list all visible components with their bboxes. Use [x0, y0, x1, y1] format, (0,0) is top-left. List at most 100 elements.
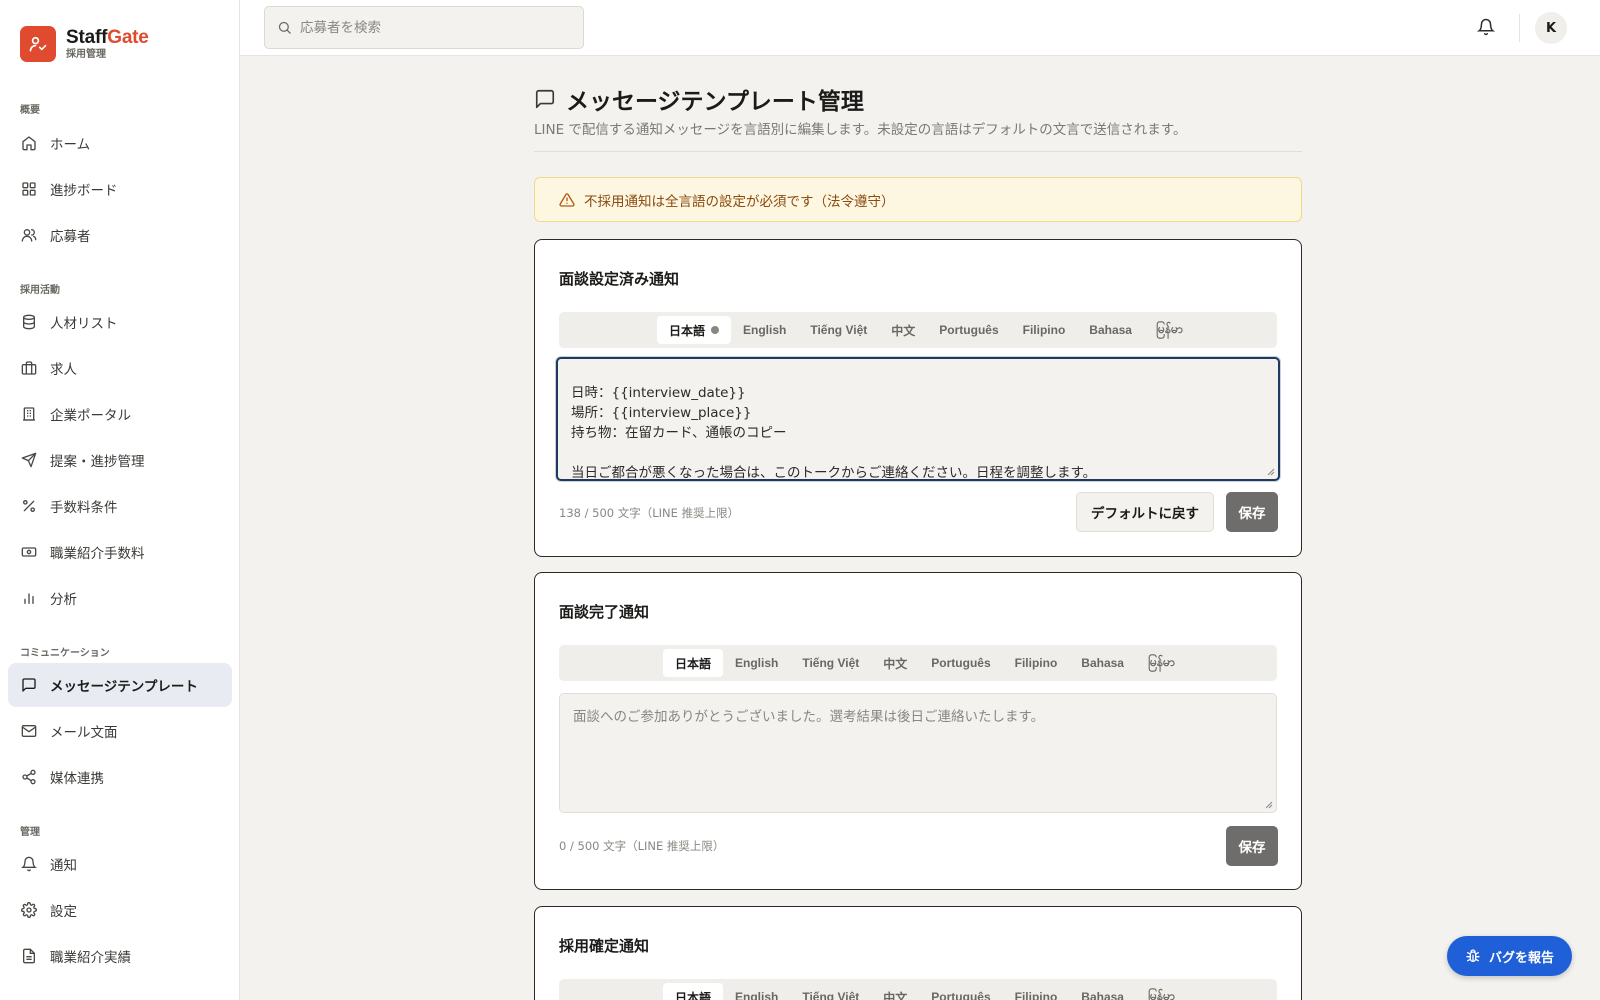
sidebar-item-jobs[interactable]: 求人: [8, 346, 232, 390]
sidebar-item-fee-terms[interactable]: 手数料条件: [8, 484, 232, 528]
report-bug-label: バグを報告: [1488, 950, 1554, 966]
search-input[interactable]: [300, 19, 560, 36]
save-button[interactable]: 保存: [1226, 826, 1278, 866]
template-card-hire-confirmed: 採用確定通知 日本語 English Tiếng Việt 中文 Portugu…: [534, 906, 1302, 1000]
tab-ja[interactable]: 日本語: [663, 649, 724, 677]
search-box[interactable]: [264, 6, 584, 49]
users-icon: [21, 229, 37, 242]
tab-id[interactable]: Bahasa: [1069, 983, 1136, 1000]
tab-vi[interactable]: Tiếng Việt: [798, 316, 879, 344]
reset-default-button[interactable]: デフォルトに戻す: [1076, 492, 1214, 532]
bug-icon: [1466, 949, 1480, 962]
tab-id[interactable]: Bahasa: [1069, 649, 1136, 677]
send-icon: [21, 452, 37, 468]
sidebar-item-placement-fees[interactable]: 職業紹介手数料: [8, 530, 232, 574]
tab-en[interactable]: English: [731, 316, 798, 344]
tab-my[interactable]: မြန်မာ: [1136, 649, 1187, 677]
share-icon: [22, 769, 36, 785]
page-description: LINE で配信する通知メッセージを言語別に編集します。未設定の言語はデフォルト…: [534, 122, 1187, 138]
tab-my[interactable]: မြန်မာ: [1136, 983, 1187, 1000]
template-card-interview-completed: 面談完了通知 日本語 English Tiếng Việt 中文 Portugu…: [534, 572, 1302, 890]
sidebar-item-progress-board[interactable]: 進捗ボード: [8, 167, 232, 211]
save-button[interactable]: 保存: [1226, 492, 1278, 532]
sidebar-item-message-templates[interactable]: メッセージテンプレート: [8, 663, 232, 707]
tab-vi[interactable]: Tiếng Việt: [790, 983, 871, 1000]
tab-ja[interactable]: 日本語: [657, 316, 732, 344]
language-tabs: 日本語 English Tiếng Việt 中文 Português Fili…: [559, 645, 1277, 681]
sidebar-item-label: メッセージテンプレート: [50, 679, 198, 695]
tab-vi[interactable]: Tiếng Việt: [790, 649, 871, 677]
warning-icon: [559, 192, 575, 207]
tab-en[interactable]: English: [723, 649, 790, 677]
character-counter: 0 / 500 文字（LINE 推奨上限）: [559, 839, 725, 853]
card-title: 採用確定通知: [559, 937, 650, 955]
top-bar: K: [240, 0, 1600, 56]
sidebar-item-label: 企業ポータル: [50, 408, 131, 424]
tab-pt[interactable]: Português: [919, 983, 1002, 1000]
sidebar-item-proposals[interactable]: 提案・進捗管理: [8, 438, 232, 482]
sidebar-item-talent-list[interactable]: 人材リスト: [8, 300, 232, 344]
section-label-overview: 概要: [20, 105, 40, 116]
tab-pt[interactable]: Português: [927, 316, 1010, 344]
sidebar-item-label: メール文面: [50, 725, 118, 741]
sidebar-item-label: 進捗ボード: [50, 183, 118, 199]
resize-grip-icon[interactable]: [1267, 468, 1275, 476]
sidebar-item-label: 提案・進捗管理: [50, 454, 145, 470]
template-card-interview-scheduled: 面談設定済み通知 日本語 English Tiếng Việt 中文 Portu…: [534, 239, 1302, 557]
tab-fil[interactable]: Filipino: [1003, 983, 1070, 1000]
page-title: メッセージテンプレート管理: [534, 82, 864, 116]
section-label-admin: 管理: [20, 827, 40, 838]
sidebar-item-label: 分析: [50, 592, 77, 608]
card-title: 面談設定済み通知: [559, 270, 680, 288]
sidebar-item-email-text[interactable]: メール文面: [8, 709, 232, 753]
briefcase-icon: [21, 361, 37, 375]
bell-icon: [21, 856, 37, 872]
section-label-recruiting: 採用活動: [20, 285, 60, 296]
tab-my[interactable]: မြန်မာ: [1144, 316, 1195, 344]
section-label-communication: コミュニケーション: [20, 648, 110, 659]
language-tabs: 日本語 English Tiếng Việt 中文 Português Fili…: [559, 979, 1277, 1000]
configured-indicator-icon: [711, 326, 720, 334]
sidebar-item-media-integration[interactable]: 媒体連携: [8, 755, 232, 799]
tab-fil[interactable]: Filipino: [1003, 649, 1070, 677]
character-counter: 138 / 500 文字（LINE 推奨上限）: [559, 506, 740, 520]
sidebar-item-label: ホーム: [50, 137, 91, 153]
tab-fil[interactable]: Filipino: [1011, 316, 1078, 344]
sidebar-item-label: 職業紹介手数料: [50, 546, 145, 562]
tab-id[interactable]: Bahasa: [1077, 316, 1144, 344]
tab-ja[interactable]: 日本語: [663, 983, 724, 1000]
database-icon: [23, 314, 35, 330]
brand-logo-icon: [20, 26, 56, 62]
avatar[interactable]: K: [1535, 12, 1567, 44]
sidebar-item-label: 通知: [50, 858, 77, 874]
brand[interactable]: StaffGate 採用管理: [0, 0, 239, 88]
tab-zh[interactable]: 中文: [879, 316, 927, 344]
sidebar-item-company-portal[interactable]: 企業ポータル: [8, 392, 232, 436]
tab-en[interactable]: English: [723, 983, 790, 1000]
sidebar-item-notifications[interactable]: 通知: [8, 842, 232, 886]
notification-bell-icon[interactable]: [1477, 18, 1495, 36]
report-bug-button[interactable]: バグを報告: [1447, 936, 1572, 976]
search-icon: [278, 21, 291, 34]
resize-grip-icon[interactable]: [1265, 801, 1273, 809]
file-icon: [23, 948, 35, 964]
message-textarea[interactable]: 日時：{{interview_date}} 場所：{{interview_pla…: [556, 357, 1280, 481]
message-icon: [535, 89, 555, 109]
sidebar-item-analytics[interactable]: 分析: [8, 576, 232, 620]
banknote-icon: [21, 547, 37, 557]
sidebar-item-home[interactable]: ホーム: [8, 121, 232, 165]
tab-zh[interactable]: 中文: [871, 649, 919, 677]
home-icon: [22, 136, 36, 151]
tab-pt[interactable]: Português: [919, 649, 1002, 677]
sidebar: StaffGate 採用管理 概要 ホーム 進捗ボード 応募者 採用活動 人材リ…: [0, 0, 240, 1000]
sidebar-item-label: 媒体連携: [50, 771, 104, 787]
sidebar-item-label: 職業紹介実績: [50, 950, 131, 966]
sidebar-item-label: 設定: [50, 904, 77, 920]
message-textarea[interactable]: 面談へのご参加ありがとうございました。選考結果は後日ご連絡いたします。: [559, 693, 1277, 813]
warning-alert: 不採用通知は全言語の設定が必須です（法令遵守）: [534, 177, 1302, 222]
sidebar-item-label: 応募者: [50, 229, 91, 245]
sidebar-item-settings[interactable]: 設定: [8, 888, 232, 932]
sidebar-item-placement-records[interactable]: 職業紹介実績: [8, 934, 232, 978]
sidebar-item-applicants[interactable]: 応募者: [8, 213, 232, 257]
tab-zh[interactable]: 中文: [871, 983, 919, 1000]
